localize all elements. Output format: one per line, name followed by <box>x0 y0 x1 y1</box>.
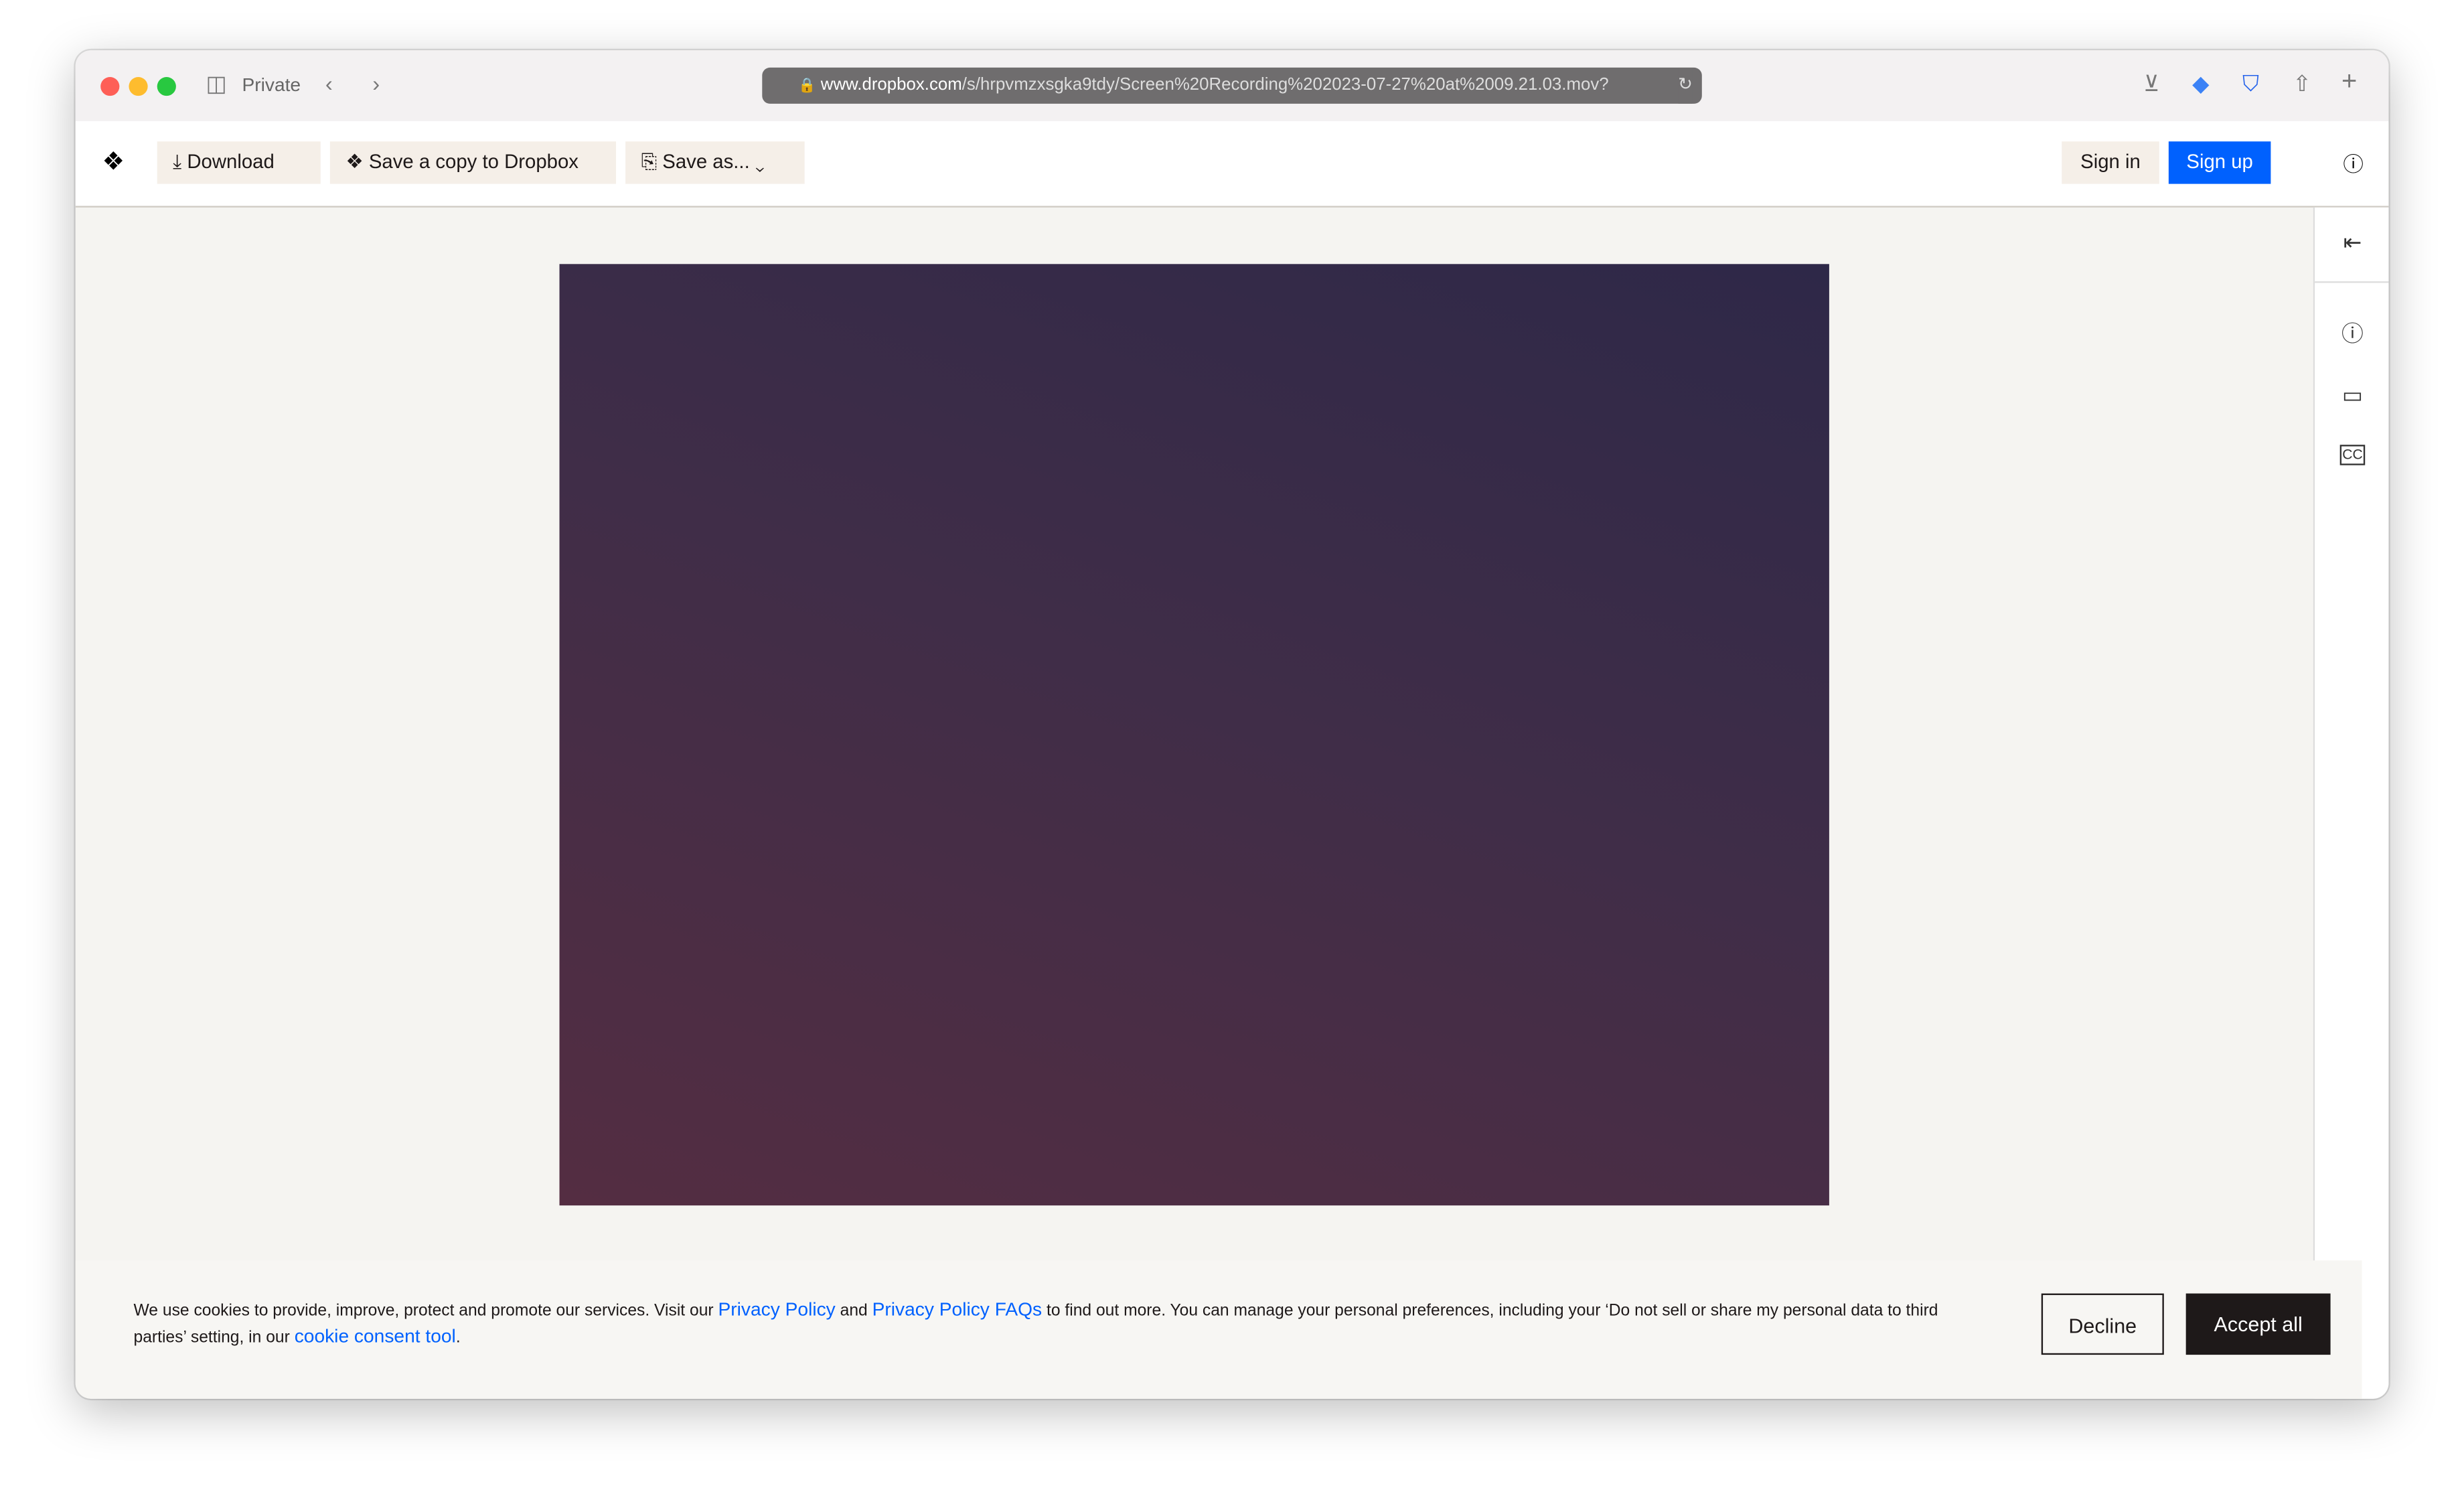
forward-icon[interactable]: › <box>372 71 380 96</box>
dropbox-icon: ❖ <box>345 151 364 173</box>
sign-in-button[interactable]: Sign in <box>2062 141 2159 184</box>
share-icon[interactable]: ⇧ <box>2293 71 2311 98</box>
save-copy-button[interactable]: ❖ Save a copy to Dropbox <box>329 141 617 184</box>
collapse-sidebar-icon[interactable]: ⇤ <box>2337 230 2368 256</box>
file-copy-icon: ⎘ <box>641 151 658 173</box>
zoom-window-button[interactable] <box>157 77 176 96</box>
info-icon[interactable]: ⓘ <box>2337 317 2368 349</box>
right-sidebar: ⇤ ⓘ ▭ CC <box>2313 207 2389 1399</box>
help-icon[interactable]: ⓘ <box>2343 148 2364 178</box>
cookie-consent-link[interactable]: cookie consent tool <box>295 1324 456 1346</box>
download-button[interactable]: ⤓ Download <box>157 141 321 184</box>
minimize-window-button[interactable] <box>129 77 148 96</box>
close-window-button[interactable] <box>100 77 120 96</box>
preview-area <box>76 208 2313 1399</box>
extension-layers-icon[interactable]: ◆ <box>2192 71 2209 98</box>
cookie-text: We use cookies to provide, improve, prot… <box>133 1298 1938 1347</box>
save-copy-label: Save a copy to Dropbox <box>368 151 579 173</box>
video-preview[interactable] <box>559 264 1829 1206</box>
chevron-down-icon: ⌄ <box>755 151 765 173</box>
dropbox-logo-icon[interactable]: ❖ <box>102 146 125 177</box>
download-label: Download <box>187 151 275 173</box>
url-host: www.dropbox.com <box>820 75 962 94</box>
save-as-label: Save as... <box>662 151 750 173</box>
url-path: /s/hrpvmzxsgka9tdy/Screen%20Recording%20… <box>961 75 1609 94</box>
private-label: Private <box>242 74 301 96</box>
download-icon: ⤓ <box>173 151 182 173</box>
address-bar[interactable]: 🔒 www.dropbox.com/s/hrpvmzxsgka9tdy/Scre… <box>762 67 1702 104</box>
title-bar: ◫ Private ‹ › 🔒 www.dropbox.com/s/hrpvmz… <box>75 50 2389 123</box>
dropbox-toolbar: ❖ ⤓ Download ❖ Save a copy to Dropbox ⎘ … <box>75 121 2389 208</box>
reload-icon[interactable]: ↻ <box>1678 67 1693 104</box>
save-as-button[interactable]: ⎘ Save as... ⌄ <box>625 141 805 184</box>
lock-icon: 🔒 <box>798 77 816 93</box>
accept-all-button[interactable]: Accept all <box>2185 1293 2331 1355</box>
privacy-policy-link[interactable]: Privacy Policy <box>718 1298 835 1321</box>
new-tab-icon[interactable]: + <box>2341 66 2357 98</box>
captions-icon[interactable]: CC <box>2339 445 2366 465</box>
privacy-faq-link[interactable]: Privacy Policy FAQs <box>872 1298 1043 1321</box>
extension-shield-icon[interactable]: ⛉ <box>2242 71 2259 98</box>
sidebar-toggle-icon[interactable]: ◫ <box>206 71 226 98</box>
downloads-icon[interactable]: ⊻ <box>2143 71 2159 98</box>
sign-up-button[interactable]: Sign up <box>2168 141 2271 184</box>
back-icon[interactable]: ‹ <box>325 71 333 96</box>
decline-button[interactable]: Decline <box>2041 1293 2164 1355</box>
comment-icon[interactable]: ▭ <box>2337 382 2368 408</box>
cookie-banner: We use cookies to provide, improve, prot… <box>75 1260 2362 1399</box>
browser-window: ◫ Private ‹ › 🔒 www.dropbox.com/s/hrpvmz… <box>75 50 2389 1399</box>
